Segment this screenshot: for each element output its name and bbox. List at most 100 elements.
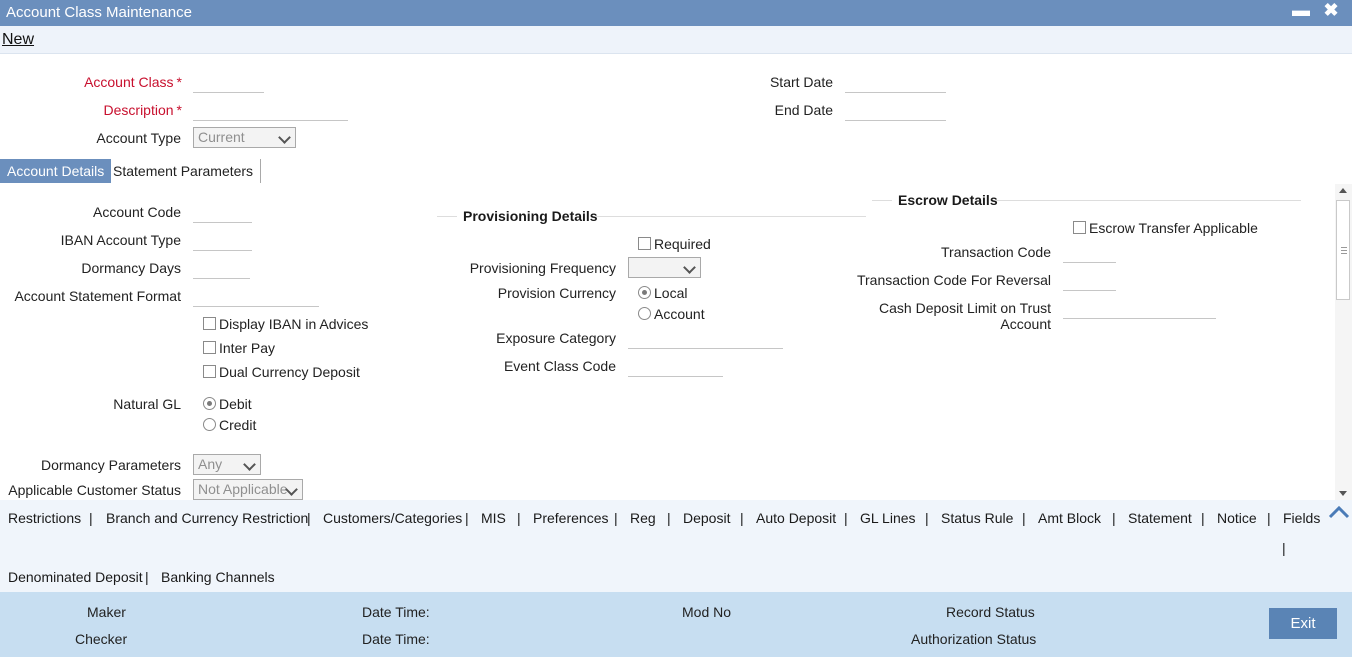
transaction-code-reversal-field[interactable] xyxy=(1063,269,1116,291)
link-amt-block[interactable]: Amt Block xyxy=(1038,510,1101,526)
event-class-code-label: Event Class Code xyxy=(503,358,616,374)
separator: | xyxy=(1112,510,1116,526)
new-link[interactable]: New xyxy=(2,31,34,49)
separator: | xyxy=(844,510,848,526)
inter-pay-checkbox[interactable] xyxy=(203,341,216,354)
natural-gl-debit-radio[interactable] xyxy=(203,397,216,410)
applicable-customer-status-select[interactable]: Not Applicable xyxy=(193,479,303,500)
provision-currency-account-radio[interactable] xyxy=(638,307,651,320)
scroll-down-icon[interactable] xyxy=(1339,491,1347,496)
minimize-icon[interactable]: ▬ xyxy=(1290,0,1312,20)
start-date-field[interactable] xyxy=(845,71,946,93)
end-date-field[interactable] xyxy=(845,99,946,121)
separator: | xyxy=(1282,540,1286,556)
link-fields[interactable]: Fields xyxy=(1283,510,1320,526)
chevron-down-icon xyxy=(244,459,256,471)
tab-statement-parameters[interactable]: Statement Parameters xyxy=(106,159,262,183)
dormancy-parameters-select[interactable]: Any xyxy=(193,454,261,475)
dormancy-days-field[interactable] xyxy=(193,257,250,279)
account-statement-format-label: Account Statement Format xyxy=(14,288,181,304)
exposure-category-label: Exposure Category xyxy=(496,330,616,346)
account-type-select[interactable]: Current xyxy=(193,127,296,148)
cash-deposit-limit-field[interactable] xyxy=(1063,297,1216,319)
description-label: Description * xyxy=(103,102,182,118)
separator: | xyxy=(1022,510,1026,526)
transaction-code-reversal-label: Transaction Code For Reversal xyxy=(856,272,1051,288)
link-banking-channels[interactable]: Banking Channels xyxy=(161,569,275,585)
cash-deposit-limit-label-2: Account xyxy=(1000,316,1051,332)
tab-account-details[interactable]: Account Details xyxy=(0,159,112,183)
account-code-field[interactable] xyxy=(193,201,252,223)
exit-button[interactable]: Exit xyxy=(1269,608,1337,639)
link-denominated-deposit[interactable]: Denominated Deposit xyxy=(8,569,143,585)
separator: | xyxy=(89,510,93,526)
separator: | xyxy=(465,510,469,526)
end-date-label: End Date xyxy=(774,102,833,118)
link-statement[interactable]: Statement xyxy=(1128,510,1192,526)
link-preferences[interactable]: Preferences xyxy=(533,510,608,526)
vertical-scrollbar[interactable] xyxy=(1335,184,1352,500)
inter-pay-label: Inter Pay xyxy=(219,340,276,356)
title-bar: Account Class Maintenance ▬ ✖ xyxy=(0,0,1352,26)
provision-currency-label: Provision Currency xyxy=(497,285,616,301)
link-mis[interactable]: MIS xyxy=(481,510,506,526)
provisioning-details-title: Provisioning Details xyxy=(463,208,598,224)
audit-footer xyxy=(0,592,1352,657)
transaction-code-label: Transaction Code xyxy=(941,244,1051,260)
link-reg[interactable]: Reg xyxy=(630,510,656,526)
exposure-category-field[interactable] xyxy=(628,327,783,349)
link-gl-lines[interactable]: GL Lines xyxy=(860,510,916,526)
escrow-details-title: Escrow Details xyxy=(898,192,998,208)
link-status-rule[interactable]: Status Rule xyxy=(941,510,1013,526)
display-iban-checkbox[interactable] xyxy=(203,317,216,330)
maker-date-time-label: Date Time: xyxy=(362,604,430,620)
chevron-down-icon xyxy=(279,132,291,144)
separator: | xyxy=(1201,510,1205,526)
link-notice[interactable]: Notice xyxy=(1217,510,1257,526)
natural-gl-credit-label: Credit xyxy=(219,417,257,433)
description-field[interactable] xyxy=(193,99,348,121)
checker-label: Checker xyxy=(75,631,128,647)
link-deposit[interactable]: Deposit xyxy=(683,510,730,526)
separator: | xyxy=(517,510,521,526)
provision-currency-local-radio[interactable] xyxy=(638,286,651,299)
display-iban-label: Display IBAN in Advices xyxy=(219,316,369,332)
link-restrictions[interactable]: Restrictions xyxy=(8,510,81,526)
separator: | xyxy=(614,510,618,526)
escrow-transfer-checkbox[interactable] xyxy=(1073,221,1086,234)
provision-currency-local-label: Local xyxy=(654,285,688,301)
separator: | xyxy=(307,510,311,526)
section-divider xyxy=(437,216,457,217)
provision-currency-account-label: Account xyxy=(654,306,705,322)
scroll-up-icon[interactable] xyxy=(1339,188,1347,193)
cash-deposit-limit-label: Cash Deposit Limit on Trust xyxy=(879,300,1051,316)
natural-gl-label: Natural GL xyxy=(113,396,181,412)
account-class-field[interactable] xyxy=(193,71,264,93)
link-branch-currency-restriction[interactable]: Branch and Currency Restriction xyxy=(106,510,308,526)
section-divider xyxy=(596,216,866,217)
provisioning-required-checkbox[interactable] xyxy=(638,237,651,250)
chevron-down-icon xyxy=(684,262,696,274)
start-date-label: Start Date xyxy=(769,74,833,90)
account-code-label: Account Code xyxy=(93,204,181,220)
event-class-code-field[interactable] xyxy=(628,355,723,377)
record-status-label: Record Status xyxy=(946,604,1035,620)
account-class-label: Account Class * xyxy=(84,74,182,90)
scrollbar-thumb[interactable] xyxy=(1336,200,1350,300)
authorization-status-label: Authorization Status xyxy=(911,631,1037,647)
chevron-down-icon xyxy=(286,484,298,496)
transaction-code-field[interactable] xyxy=(1063,241,1116,263)
collapse-chevron-up-icon[interactable] xyxy=(1328,505,1350,519)
iban-account-type-field[interactable] xyxy=(193,229,252,251)
account-statement-format-field[interactable] xyxy=(193,285,319,307)
separator: | xyxy=(667,510,671,526)
provisioning-frequency-select[interactable] xyxy=(628,257,701,278)
maker-label: Maker xyxy=(87,604,126,620)
link-auto-deposit[interactable]: Auto Deposit xyxy=(756,510,836,526)
dual-currency-deposit-checkbox[interactable] xyxy=(203,365,216,378)
separator: | xyxy=(1267,510,1271,526)
natural-gl-credit-radio[interactable] xyxy=(203,418,216,431)
link-customers-categories[interactable]: Customers/Categories xyxy=(323,510,462,526)
close-icon[interactable]: ✖ xyxy=(1320,0,1342,20)
section-divider xyxy=(872,200,892,201)
